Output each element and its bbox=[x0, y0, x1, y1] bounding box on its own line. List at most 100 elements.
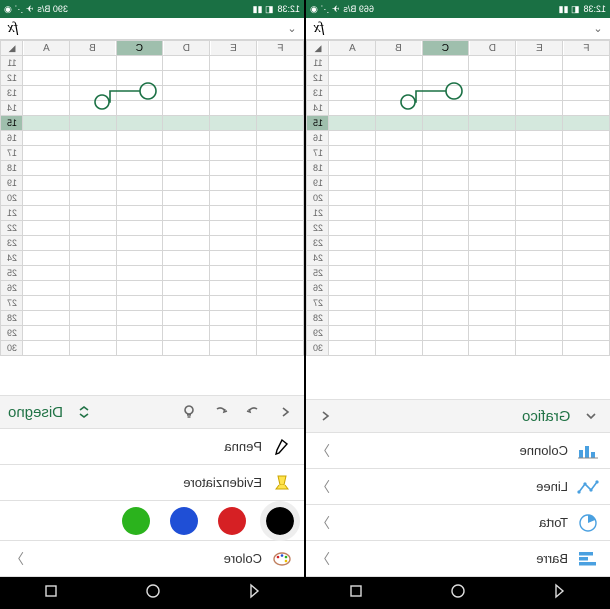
cell[interactable] bbox=[469, 281, 516, 296]
cell[interactable] bbox=[69, 176, 116, 191]
cell[interactable] bbox=[516, 341, 563, 356]
cell[interactable] bbox=[563, 131, 610, 146]
cell[interactable] bbox=[516, 161, 563, 176]
row-header[interactable]: 29 bbox=[1, 326, 23, 341]
cell[interactable] bbox=[23, 116, 70, 131]
row-header[interactable]: 27 bbox=[1, 296, 23, 311]
cell[interactable] bbox=[163, 56, 210, 71]
cell[interactable] bbox=[329, 296, 376, 311]
cell[interactable] bbox=[329, 326, 376, 341]
row-header[interactable]: 22 bbox=[307, 221, 329, 236]
cell[interactable] bbox=[69, 206, 116, 221]
toolbar-title[interactable]: Disegno bbox=[8, 404, 63, 421]
cell[interactable] bbox=[23, 341, 70, 356]
cell[interactable] bbox=[422, 176, 469, 191]
cell[interactable] bbox=[210, 131, 257, 146]
lightbulb-icon[interactable] bbox=[178, 401, 200, 423]
cell[interactable] bbox=[116, 176, 163, 191]
cell[interactable] bbox=[563, 86, 610, 101]
col-header[interactable]: D bbox=[163, 41, 210, 56]
cell[interactable] bbox=[23, 161, 70, 176]
cell[interactable] bbox=[257, 281, 304, 296]
cell[interactable] bbox=[329, 161, 376, 176]
cell[interactable] bbox=[163, 86, 210, 101]
dropdown-icon[interactable] bbox=[580, 405, 602, 427]
cell[interactable] bbox=[329, 146, 376, 161]
option-highlighter[interactable]: Evidenziatore bbox=[0, 465, 304, 501]
cell[interactable] bbox=[257, 221, 304, 236]
cell[interactable] bbox=[375, 266, 422, 281]
row-header[interactable]: 20 bbox=[307, 191, 329, 206]
cell[interactable] bbox=[23, 86, 70, 101]
cell[interactable] bbox=[210, 86, 257, 101]
expand-icon[interactable] bbox=[73, 401, 95, 423]
row-header[interactable]: 26 bbox=[307, 281, 329, 296]
option-color[interactable]: 〈 Colore bbox=[0, 541, 304, 577]
cell[interactable] bbox=[23, 266, 70, 281]
col-header[interactable]: D bbox=[469, 41, 516, 56]
cell[interactable] bbox=[516, 116, 563, 131]
cell[interactable] bbox=[163, 221, 210, 236]
cell[interactable] bbox=[163, 296, 210, 311]
col-header[interactable]: F bbox=[257, 41, 304, 56]
chart-option-torta[interactable]: 〈Torta bbox=[306, 505, 610, 541]
cell[interactable] bbox=[257, 266, 304, 281]
cell[interactable] bbox=[563, 191, 610, 206]
cell[interactable] bbox=[163, 251, 210, 266]
cell[interactable] bbox=[116, 206, 163, 221]
cell[interactable] bbox=[329, 311, 376, 326]
cell[interactable] bbox=[563, 176, 610, 191]
cell[interactable] bbox=[69, 326, 116, 341]
cell[interactable] bbox=[257, 311, 304, 326]
cell[interactable] bbox=[563, 221, 610, 236]
cell[interactable] bbox=[210, 296, 257, 311]
row-header[interactable]: 18 bbox=[307, 161, 329, 176]
cell[interactable] bbox=[163, 71, 210, 86]
col-header[interactable]: F bbox=[563, 41, 610, 56]
cell[interactable] bbox=[23, 311, 70, 326]
row-header[interactable]: 25 bbox=[307, 266, 329, 281]
cell[interactable] bbox=[375, 131, 422, 146]
cell[interactable] bbox=[516, 266, 563, 281]
cell[interactable] bbox=[563, 311, 610, 326]
cell[interactable] bbox=[563, 56, 610, 71]
cell[interactable] bbox=[375, 206, 422, 221]
row-header[interactable]: 15 bbox=[1, 116, 23, 131]
cell[interactable] bbox=[563, 161, 610, 176]
cell[interactable] bbox=[563, 236, 610, 251]
cell[interactable] bbox=[516, 86, 563, 101]
col-header[interactable]: A bbox=[23, 41, 70, 56]
cell[interactable] bbox=[563, 251, 610, 266]
cell[interactable] bbox=[210, 221, 257, 236]
cell[interactable] bbox=[375, 236, 422, 251]
cell[interactable] bbox=[116, 191, 163, 206]
row-header[interactable]: 12 bbox=[307, 71, 329, 86]
cell[interactable] bbox=[257, 146, 304, 161]
cell[interactable] bbox=[329, 86, 376, 101]
cell[interactable] bbox=[69, 191, 116, 206]
formula-bar[interactable]: fx ⌄ bbox=[306, 18, 610, 40]
cell[interactable] bbox=[210, 176, 257, 191]
cell[interactable] bbox=[516, 251, 563, 266]
chart-option-linee[interactable]: 〈Linee bbox=[306, 469, 610, 505]
cell[interactable] bbox=[469, 266, 516, 281]
cell[interactable] bbox=[116, 131, 163, 146]
cell[interactable] bbox=[563, 206, 610, 221]
cell[interactable] bbox=[469, 251, 516, 266]
cell[interactable] bbox=[516, 221, 563, 236]
formula-bar[interactable]: fx ⌄ bbox=[0, 18, 304, 40]
cell[interactable] bbox=[257, 116, 304, 131]
cell[interactable] bbox=[516, 191, 563, 206]
cell[interactable] bbox=[69, 296, 116, 311]
cell[interactable] bbox=[23, 56, 70, 71]
cell[interactable] bbox=[69, 311, 116, 326]
cell[interactable] bbox=[329, 221, 376, 236]
row-header[interactable]: 11 bbox=[307, 56, 329, 71]
cell[interactable] bbox=[116, 236, 163, 251]
cell[interactable] bbox=[116, 341, 163, 356]
back-icon[interactable] bbox=[314, 405, 336, 427]
cell[interactable] bbox=[69, 251, 116, 266]
cell[interactable] bbox=[375, 146, 422, 161]
cell[interactable] bbox=[163, 311, 210, 326]
cell[interactable] bbox=[23, 131, 70, 146]
